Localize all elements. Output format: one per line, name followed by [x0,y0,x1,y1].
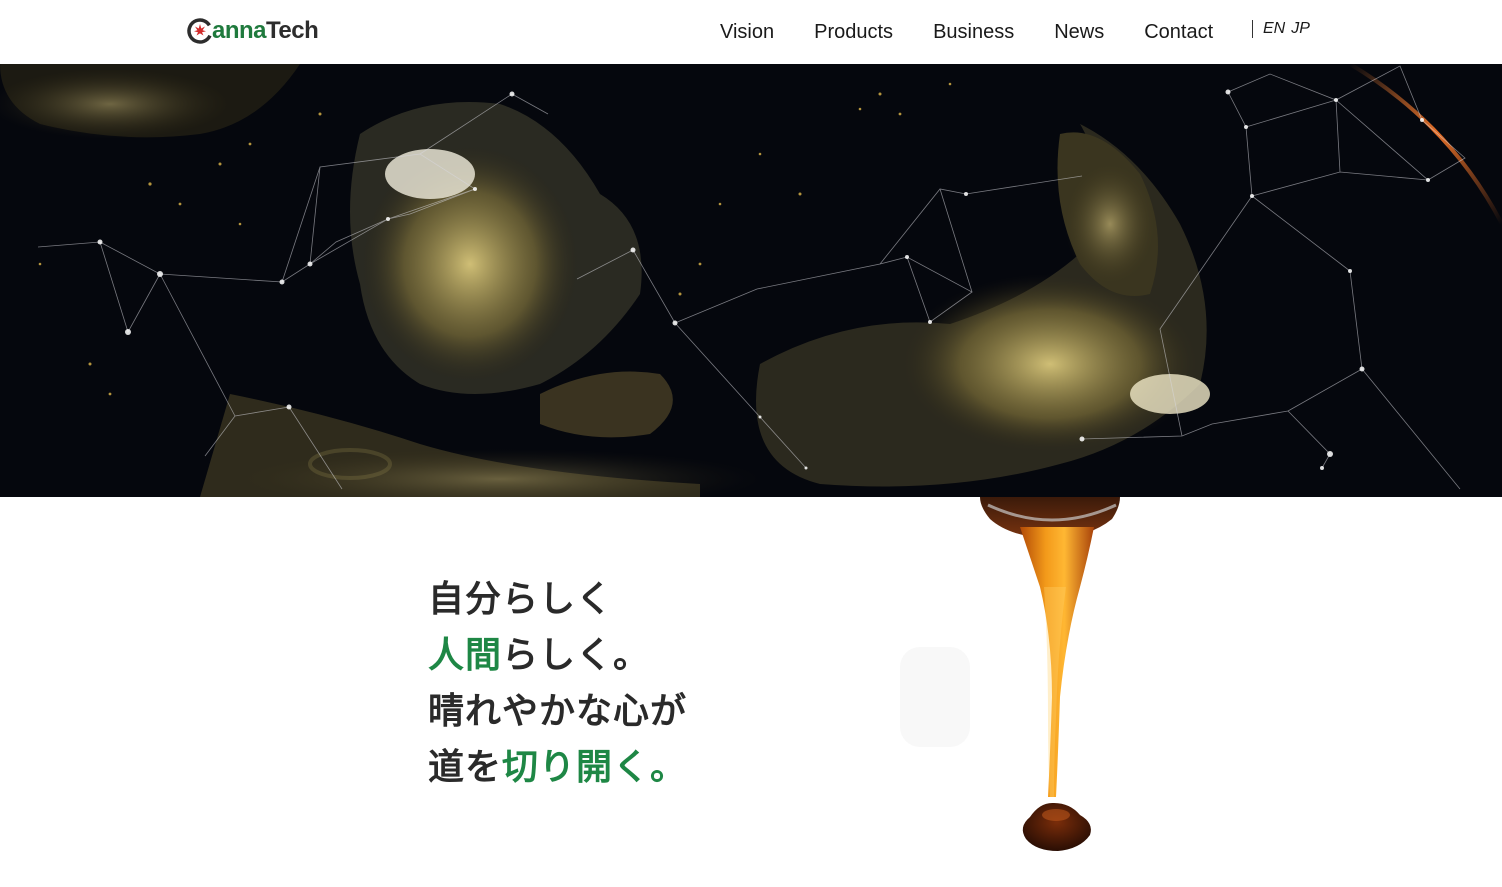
tagline-line-3-text: 晴れやかな心が [428,691,688,732]
tagline-line-3: 晴れやかな心が [428,684,687,740]
tagline-line-2-green: 人間 [428,635,503,676]
tagline-line-2-text: らしく。 [502,635,651,676]
hero-tagline: 自分らしく 人間らしく。 晴れやかな心が 道を切り開く。 [428,572,687,796]
logo-text-tech: Tech [266,17,319,44]
cannatech-logo[interactable]: annaTech [186,14,319,48]
tagline-line-1: 自分らしく [428,572,687,628]
nav-products[interactable]: Products [814,18,893,46]
nav-news[interactable]: News [1054,18,1104,46]
nav-vision[interactable]: Vision [720,18,774,46]
night-earth-network-image [0,64,1502,497]
tagline-line-4: 道を切り開く。 [428,740,687,796]
logo-text-anna: anna [212,17,267,44]
logo-text: annaTech [212,17,319,45]
language-switcher: EN JP [1252,20,1316,38]
tagline-line-2: 人間らしく。 [428,628,687,684]
tagline-line-4-green: 切り開く。 [502,747,688,788]
nav-business[interactable]: Business [933,18,1014,46]
honey-pour-image [880,497,1160,883]
main-nav: Vision Products Business News Contact [720,18,1253,46]
lang-jp[interactable]: JP [1291,20,1310,38]
site-header: annaTech Vision Products Business News C… [0,0,1502,64]
nav-contact[interactable]: Contact [1144,18,1213,46]
hero-banner [0,64,1502,497]
lang-en[interactable]: EN [1263,20,1285,38]
language-divider [1252,20,1253,38]
tagline-line-4-text: 道を [428,747,503,788]
logo-mark-icon [186,17,214,45]
tagline-line-1-text: 自分らしく [428,579,614,620]
